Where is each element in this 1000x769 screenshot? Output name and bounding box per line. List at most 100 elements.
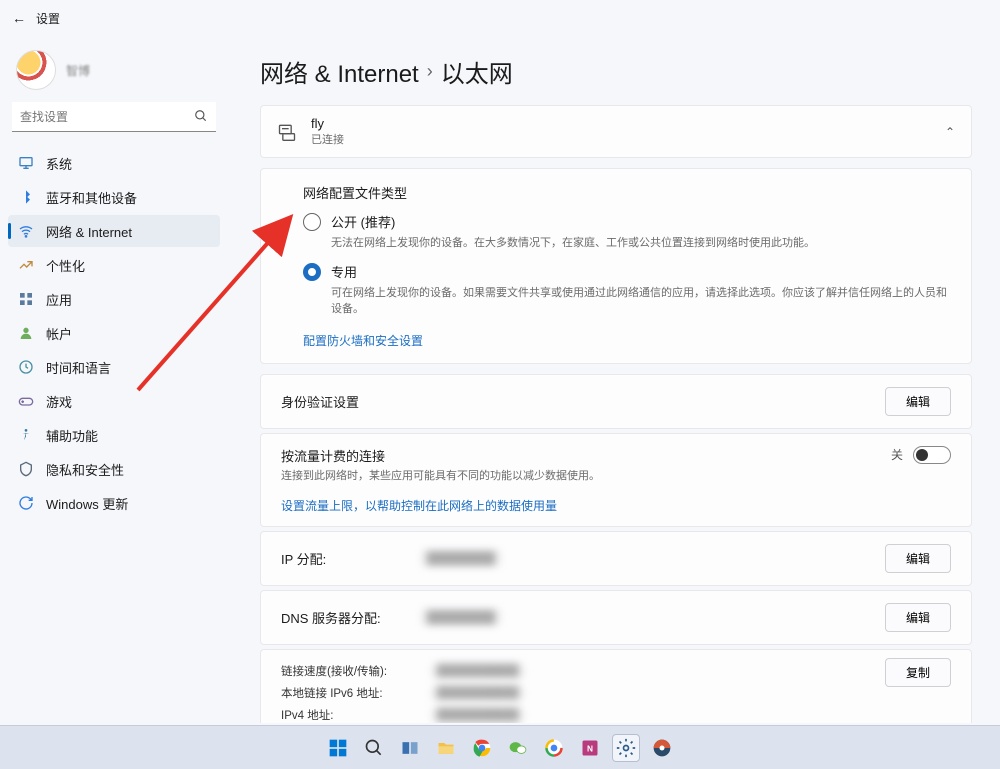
detail-value: ██████████ <box>431 686 524 700</box>
wechat-button[interactable] <box>504 734 532 762</box>
sidebar-item-label: 蓝牙和其他设备 <box>46 188 137 207</box>
details-group: 复制 链接速度(接收/传输): ██████████本地链接 IPv6 地址: … <box>260 649 972 724</box>
radio-private[interactable]: 专用 <box>303 262 951 281</box>
svg-text:N: N <box>587 743 593 753</box>
auth-edit-button[interactable]: 编辑 <box>885 387 951 416</box>
account-icon <box>18 325 34 341</box>
access-icon <box>18 427 34 443</box>
connection-card[interactable]: fly 已连接 ⌃ <box>260 105 972 158</box>
radio-public[interactable]: 公开 (推荐) <box>303 212 951 231</box>
media-button[interactable] <box>648 734 676 762</box>
firewall-link[interactable]: 配置防火墙和安全设置 <box>303 332 423 349</box>
radio-public-desc: 无法在网络上发现你的设备。在大多数情况下，在家庭、工作或公共位置连接到网络时使用… <box>331 235 951 252</box>
ethernet-icon <box>277 122 297 142</box>
sidebar-item-label: 应用 <box>46 290 72 309</box>
back-button[interactable]: ← <box>12 10 26 26</box>
sidebar-item-label: 个性化 <box>46 256 85 275</box>
system-icon <box>18 155 34 171</box>
user-row[interactable]: 智博 <box>8 46 220 102</box>
metered-toggle[interactable] <box>913 446 951 464</box>
search-button[interactable] <box>360 734 388 762</box>
sidebar-item-update[interactable]: Windows 更新 <box>8 487 220 519</box>
sidebar-item-label: 游戏 <box>46 392 72 411</box>
sidebar-item-access[interactable]: 辅助功能 <box>8 419 220 451</box>
taskbar: N <box>0 725 1000 769</box>
chevron-up-icon: ⌃ <box>945 125 955 139</box>
sidebar: 智博 系统 蓝牙和其他设备 网络 & Internet 个性化 应用 帐户 时间… <box>0 46 228 520</box>
radio-private-desc: 可在网络上发现你的设备。如果需要文件共享或使用通过此网络通信的应用，请选择此选项… <box>331 285 951 318</box>
update-icon <box>18 495 34 511</box>
dns-value: ████████ <box>421 609 501 625</box>
dns-edit-button[interactable]: 编辑 <box>885 603 951 632</box>
sidebar-item-account[interactable]: 帐户 <box>8 317 220 349</box>
sidebar-item-personalize[interactable]: 个性化 <box>8 249 220 281</box>
dns-row: DNS 服务器分配: ████████ 编辑 <box>260 590 972 645</box>
app-title: 设置 <box>36 10 60 27</box>
sidebar-item-bluetooth[interactable]: 蓝牙和其他设备 <box>8 181 220 213</box>
sidebar-item-apps[interactable]: 应用 <box>8 283 220 315</box>
detail-key: IPv4 地址: <box>281 707 431 723</box>
network-icon <box>18 223 34 239</box>
sidebar-item-system[interactable]: 系统 <box>8 147 220 179</box>
profile-type-panel: 网络配置文件类型 公开 (推荐) 无法在网络上发现你的设备。在大多数情况下，在家… <box>260 168 972 364</box>
sidebar-item-label: 帐户 <box>46 324 72 343</box>
connection-name: fly <box>311 116 344 131</box>
ip-row: IP 分配: ████████ 编辑 <box>260 531 972 586</box>
time-icon <box>18 359 34 375</box>
connection-status: 已连接 <box>311 131 344 147</box>
bluetooth-icon <box>18 189 34 205</box>
ip-edit-button[interactable]: 编辑 <box>885 544 951 573</box>
metered-toggle-state: 关 <box>891 446 903 463</box>
user-name: 智博 <box>66 62 90 79</box>
detail-line: 链接速度(接收/传输): ██████████ <box>281 660 885 682</box>
sidebar-item-label: 隐私和安全性 <box>46 460 124 479</box>
ip-label: IP 分配: <box>281 549 421 568</box>
settings-button[interactable] <box>612 734 640 762</box>
detail-line: 本地链接 IPv6 地址: ██████████ <box>281 682 885 704</box>
sidebar-item-label: Windows 更新 <box>46 494 128 513</box>
breadcrumb-root[interactable]: 网络 & Internet <box>260 54 419 89</box>
search-icon <box>194 109 208 123</box>
sidebar-item-label: 时间和语言 <box>46 358 111 377</box>
detail-key: 本地链接 IPv6 地址: <box>281 685 431 701</box>
avatar <box>16 50 56 90</box>
metered-desc: 连接到此网络时，某些应用可能具有不同的功能以减少数据使用。 <box>281 467 891 483</box>
game-icon <box>18 393 34 409</box>
detail-key: 链接速度(接收/传输): <box>281 663 431 679</box>
detail-value: ██████████ <box>431 708 524 722</box>
start-button[interactable] <box>324 734 352 762</box>
sidebar-item-label: 网络 & Internet <box>46 222 132 241</box>
metered-limit-link[interactable]: 设置流量上限，以帮助控制在此网络上的数据使用量 <box>281 497 891 514</box>
sidebar-item-privacy[interactable]: 隐私和安全性 <box>8 453 220 485</box>
main-content: 网络 & Internet › 以太网 fly 已连接 ⌃ 网络配置文件类型 公… <box>236 46 1000 723</box>
radio-private-dot <box>303 263 321 281</box>
taskview-button[interactable] <box>396 734 424 762</box>
explorer-button[interactable] <box>432 734 460 762</box>
detail-value: ██████████ <box>431 664 524 678</box>
sidebar-item-label: 辅助功能 <box>46 426 98 445</box>
sidebar-item-time[interactable]: 时间和语言 <box>8 351 220 383</box>
apps-icon <box>18 291 34 307</box>
search-input[interactable] <box>12 102 216 132</box>
copy-button[interactable]: 复制 <box>885 658 951 687</box>
sidebar-item-network[interactable]: 网络 & Internet <box>8 215 220 247</box>
auth-row: 身份验证设置 编辑 <box>260 374 972 429</box>
detail-line: IPv4 地址: ██████████ <box>281 704 951 724</box>
app1-button[interactable]: N <box>576 734 604 762</box>
sidebar-item-game[interactable]: 游戏 <box>8 385 220 417</box>
dns-label: DNS 服务器分配: <box>281 608 421 627</box>
radio-public-label: 公开 (推荐) <box>331 212 395 231</box>
breadcrumb-leaf: 以太网 <box>441 54 513 89</box>
metered-row: 按流量计费的连接 连接到此网络时，某些应用可能具有不同的功能以减少数据使用。 设… <box>260 433 972 527</box>
radio-private-label: 专用 <box>331 262 357 281</box>
auth-label: 身份验证设置 <box>281 392 421 411</box>
ip-value: ████████ <box>421 550 501 566</box>
chrome-button[interactable] <box>468 734 496 762</box>
metered-label: 按流量计费的连接 <box>281 446 891 465</box>
personalize-icon <box>18 257 34 273</box>
browser2-button[interactable] <box>540 734 568 762</box>
breadcrumb: 网络 & Internet › 以太网 <box>260 54 972 89</box>
profile-type-title: 网络配置文件类型 <box>303 183 951 202</box>
privacy-icon <box>18 461 34 477</box>
chevron-right-icon: › <box>427 61 433 82</box>
